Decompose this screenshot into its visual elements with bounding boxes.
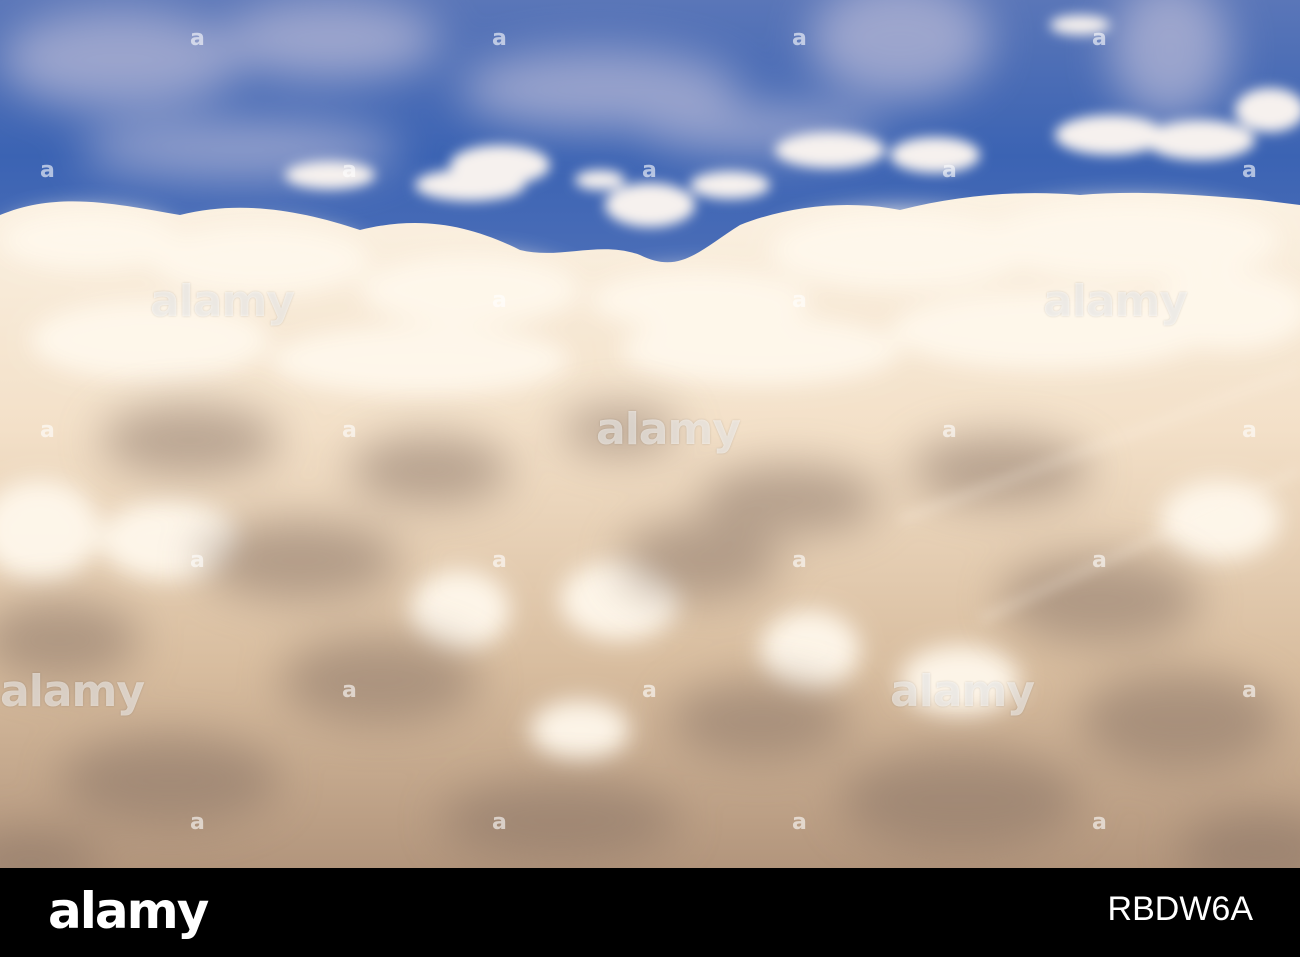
- watermark-mark: a: [1092, 26, 1107, 51]
- watermark-mark: a: [1242, 158, 1257, 183]
- watermark-mark: a: [190, 548, 205, 573]
- watermark-mark: a: [492, 548, 507, 573]
- watermark-mark: a: [792, 288, 807, 313]
- cloud-photo: a a a a a a a a a alamy a a alamy a a al…: [0, 0, 1300, 868]
- image-id: RBDW6A: [1107, 890, 1253, 928]
- watermark-mark: a: [492, 288, 507, 313]
- watermark-logo: alamy: [150, 276, 295, 327]
- watermark-mark: a: [1092, 810, 1107, 835]
- watermark-mark: a: [342, 678, 357, 703]
- footer-bar: alamy RBDW6A: [0, 868, 1300, 957]
- watermark-logo: alamy: [890, 666, 1035, 717]
- watermark-mark: a: [190, 810, 205, 835]
- watermark-logo: alamy: [0, 666, 145, 717]
- watermark-mark: a: [40, 158, 55, 183]
- watermark-mark: a: [1092, 548, 1107, 573]
- watermark-mark: a: [40, 418, 55, 443]
- watermark-mark: a: [1242, 678, 1257, 703]
- watermark-mark: a: [492, 810, 507, 835]
- watermark-mark: a: [942, 418, 957, 443]
- watermark-mark: a: [792, 810, 807, 835]
- watermark-mark: a: [642, 678, 657, 703]
- watermark-mark: a: [792, 26, 807, 51]
- alamy-logo: alamy: [48, 882, 209, 940]
- watermark-mark: a: [190, 26, 205, 51]
- watermark-mark: a: [492, 26, 507, 51]
- watermark-mark: a: [342, 158, 357, 183]
- watermark-mark: a: [1242, 418, 1257, 443]
- watermark-mark: a: [642, 158, 657, 183]
- watermark-mark: a: [792, 548, 807, 573]
- watermark-logo: alamy: [1043, 276, 1188, 327]
- watermark-mark: a: [342, 418, 357, 443]
- watermark-logo: alamy: [596, 404, 741, 455]
- watermark-mark: a: [942, 158, 957, 183]
